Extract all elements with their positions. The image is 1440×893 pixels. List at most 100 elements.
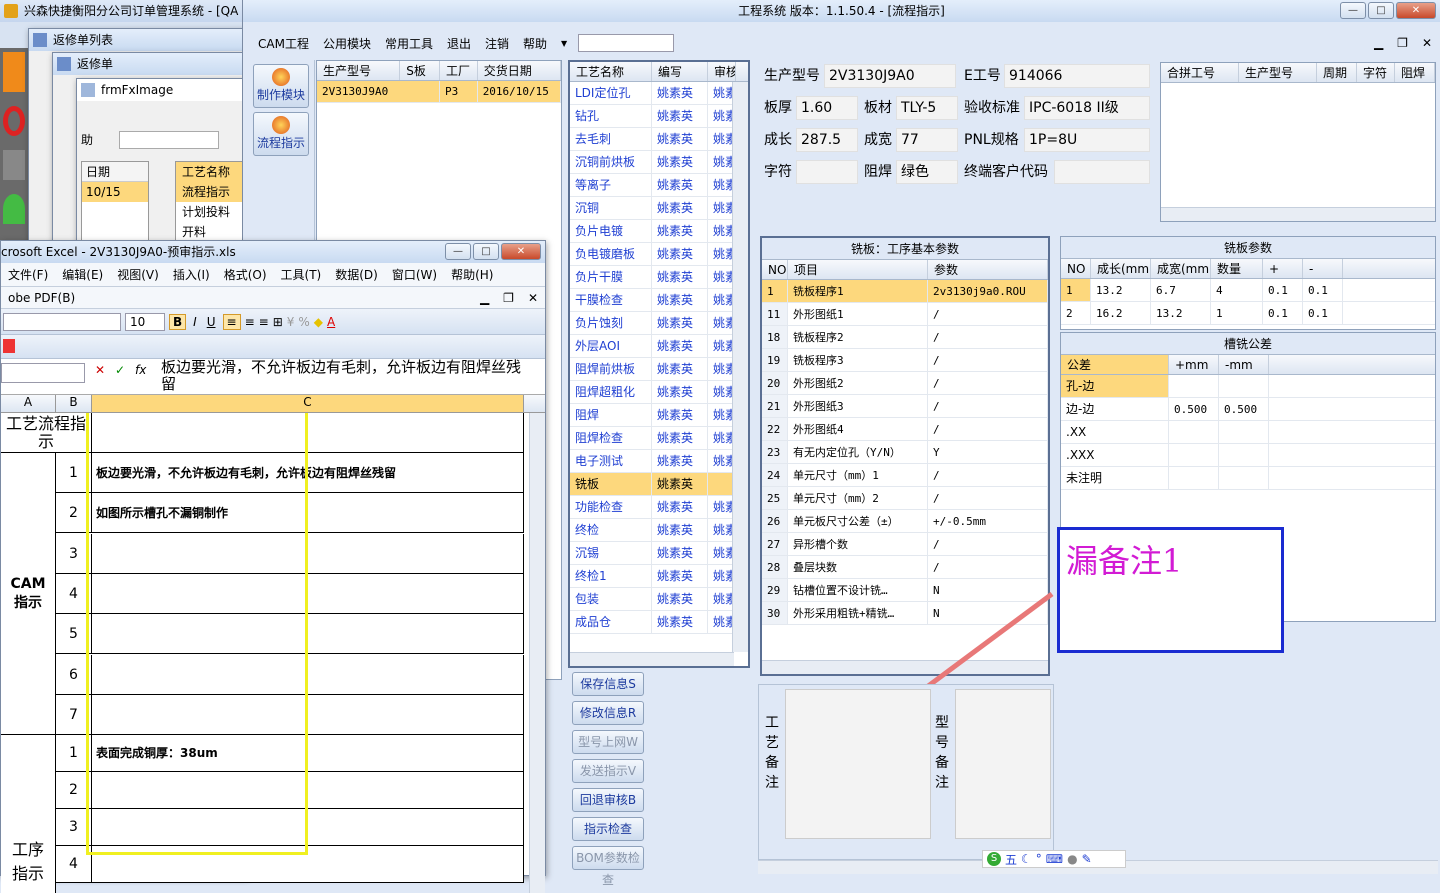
col-header[interactable]: - xyxy=(1303,259,1343,278)
table-row[interactable]: 等离子 姚素英 姚素 xyxy=(570,174,748,197)
menu-item[interactable]: 文件(F) xyxy=(1,266,55,283)
chevron-down-icon[interactable]: ▼ xyxy=(554,39,574,48)
menu-logout[interactable]: 注销 xyxy=(478,35,516,52)
underline-icon[interactable]: U xyxy=(204,315,219,329)
bold-icon[interactable]: B xyxy=(169,313,187,330)
menu-item[interactable]: 插入(I) xyxy=(166,266,217,283)
col-header[interactable]: 成宽(mm) xyxy=(1151,259,1211,278)
mdi-close-icon[interactable]: ✕ xyxy=(1415,36,1439,50)
action-button[interactable]: 修改信息R xyxy=(572,701,644,725)
table-row[interactable]: 2V3130J9A0 P3 2016/10/15 xyxy=(317,81,561,103)
table-row[interactable]: 25 单元尺寸（mm）2/ xyxy=(762,487,1048,510)
maximize-button[interactable]: □ xyxy=(473,243,499,260)
col-header[interactable]: 数量 xyxy=(1211,259,1263,278)
col-header[interactable]: 阻焊 xyxy=(1395,63,1435,82)
table-row[interactable]: 11 外形图纸1/ xyxy=(762,303,1048,326)
punct-icon[interactable]: ° xyxy=(1036,852,1042,866)
table-row[interactable]: 阻焊 姚素英 姚素 xyxy=(570,404,748,427)
table-row[interactable]: 28 叠层块数 / xyxy=(762,556,1048,579)
table-row[interactable]: 19 铣板程序3/ xyxy=(762,349,1048,372)
currency-icon[interactable]: ¥ xyxy=(287,315,295,329)
col-header[interactable]: 项目 xyxy=(788,260,928,279)
table-row[interactable]: 1 铣板程序1 2v3130j9a0.ROU xyxy=(762,280,1048,303)
col-header[interactable]: 公差 xyxy=(1061,355,1169,374)
menu-item[interactable]: 数据(D) xyxy=(328,266,385,283)
field-mat[interactable]: TLY-5 xyxy=(896,96,958,120)
table-row[interactable]: 22 外形图纸4/ xyxy=(762,418,1048,441)
col-header[interactable]: 工艺名称 xyxy=(570,62,652,81)
menu-tools[interactable]: 常用工具 xyxy=(378,35,440,52)
table-row[interactable]: 功能检查 姚素英 姚素 xyxy=(570,496,748,519)
table-row[interactable]: 沉铜前烘板 姚素英 姚素 xyxy=(570,151,748,174)
fill-color-icon[interactable]: ◆ xyxy=(314,315,323,329)
item-plan[interactable]: 计划投料 xyxy=(176,202,244,222)
menu-cam[interactable]: CAM工程 xyxy=(251,35,316,52)
col-header[interactable]: +mm xyxy=(1169,355,1219,374)
minimize-button[interactable]: — xyxy=(1340,2,1366,19)
table-row[interactable]: 1 13.2 6.7 4 0.1 0.1 xyxy=(1061,279,1435,302)
col-header-a[interactable]: A xyxy=(1,395,56,412)
table-row[interactable]: 20 外形图纸2/ xyxy=(762,372,1048,395)
col-header[interactable]: 周期 xyxy=(1317,63,1357,82)
menu-public[interactable]: 公用模块 xyxy=(316,35,378,52)
col-header[interactable]: 编写 xyxy=(652,62,708,81)
orange-icon[interactable] xyxy=(3,52,25,92)
field-eno[interactable]: 914066 xyxy=(1004,64,1150,88)
table-row[interactable]: 孔-边 xyxy=(1061,375,1435,398)
user-icon[interactable]: ● xyxy=(1067,852,1077,866)
field-mask[interactable]: 绿色 xyxy=(896,160,958,184)
align-left-icon[interactable]: ≡ xyxy=(222,313,241,330)
table-row[interactable]: LDI定位孔 姚素英 姚素 xyxy=(570,82,748,105)
col-header[interactable]: NO xyxy=(1061,259,1091,278)
menu-item[interactable]: 格式(O) xyxy=(217,266,274,283)
table-row[interactable]: 沉锡 姚素英 姚素 xyxy=(570,542,748,565)
menu-item[interactable]: 编辑(E) xyxy=(55,266,110,283)
table-row[interactable]: 阻焊检查 姚素英 姚素 xyxy=(570,427,748,450)
table-row[interactable]: 2 16.2 13.2 1 0.1 0.1 xyxy=(1061,302,1435,325)
action-button[interactable]: 指示检查 xyxy=(572,817,644,841)
field-prod[interactable]: 2V3130J9A0 xyxy=(824,64,956,88)
item-cut[interactable]: 开料 xyxy=(176,222,244,242)
table-row[interactable]: 27 异形槽个数 / xyxy=(762,533,1048,556)
menu-item[interactable]: 工具(T) xyxy=(274,266,329,283)
table-row[interactable]: 负电镀磨板 姚素英 姚素 xyxy=(570,243,748,266)
table-row[interactable]: .XX xyxy=(1061,421,1435,444)
scrollbar[interactable] xyxy=(570,652,734,666)
keyboard-icon[interactable]: ⌨ xyxy=(1046,852,1063,866)
action-button[interactable]: 保存信息S xyxy=(572,672,644,696)
action-button[interactable]: 发送指示V xyxy=(572,759,644,783)
font-color-icon[interactable]: A xyxy=(327,315,335,329)
col-header[interactable]: 生产型号 xyxy=(1239,63,1317,82)
table-row[interactable]: 23 有无内定位孔（Y/N） Y xyxy=(762,441,1048,464)
field-std[interactable]: IPC-6018 II级 xyxy=(1024,96,1150,120)
table-row[interactable]: .XXX xyxy=(1061,444,1435,467)
doc-minimize-icon[interactable]: ▁ xyxy=(473,291,496,305)
menu-exit[interactable]: 退出 xyxy=(440,35,478,52)
scrollbar[interactable] xyxy=(732,82,748,652)
table-row[interactable]: 边-边 0.500 0.500 xyxy=(1061,398,1435,421)
menu-item[interactable]: 帮助(H) xyxy=(444,266,500,283)
table-row[interactable]: 18 铣板程序2/ xyxy=(762,326,1048,349)
table-row[interactable]: 钻孔 姚素英 姚素 xyxy=(570,105,748,128)
col-header[interactable]: + xyxy=(1263,259,1303,278)
table-row[interactable]: 21 外形图纸3/ xyxy=(762,395,1048,418)
table-row[interactable]: 铣板 姚素英 xyxy=(570,473,748,496)
col-header[interactable]: 合拼工号 xyxy=(1161,63,1239,82)
percent-icon[interactable]: % xyxy=(298,315,309,329)
close-button[interactable]: ✕ xyxy=(501,243,541,260)
merge-icon[interactable]: ⊞ xyxy=(273,315,283,329)
menu-item[interactable]: 窗口(W) xyxy=(385,266,444,283)
dropdown[interactable] xyxy=(119,131,219,149)
align-right-icon[interactable]: ≡ xyxy=(259,315,269,329)
field-pnl[interactable]: 1P=8U xyxy=(1024,128,1150,152)
table-row[interactable]: 负片蚀刻 姚素英 姚素 xyxy=(570,312,748,335)
menu-item[interactable]: 视图(V) xyxy=(110,266,166,283)
moon-icon[interactable]: ☾ xyxy=(1021,852,1032,866)
field-char[interactable] xyxy=(796,160,858,184)
field-wid[interactable]: 77 xyxy=(896,128,958,152)
col-header[interactable]: 审核 xyxy=(708,62,736,81)
pdf-icon[interactable] xyxy=(3,339,15,353)
col-header[interactable]: S板 xyxy=(400,61,440,80)
chart-icon[interactable] xyxy=(3,194,25,224)
table-row[interactable]: 未注明 xyxy=(1061,467,1435,490)
